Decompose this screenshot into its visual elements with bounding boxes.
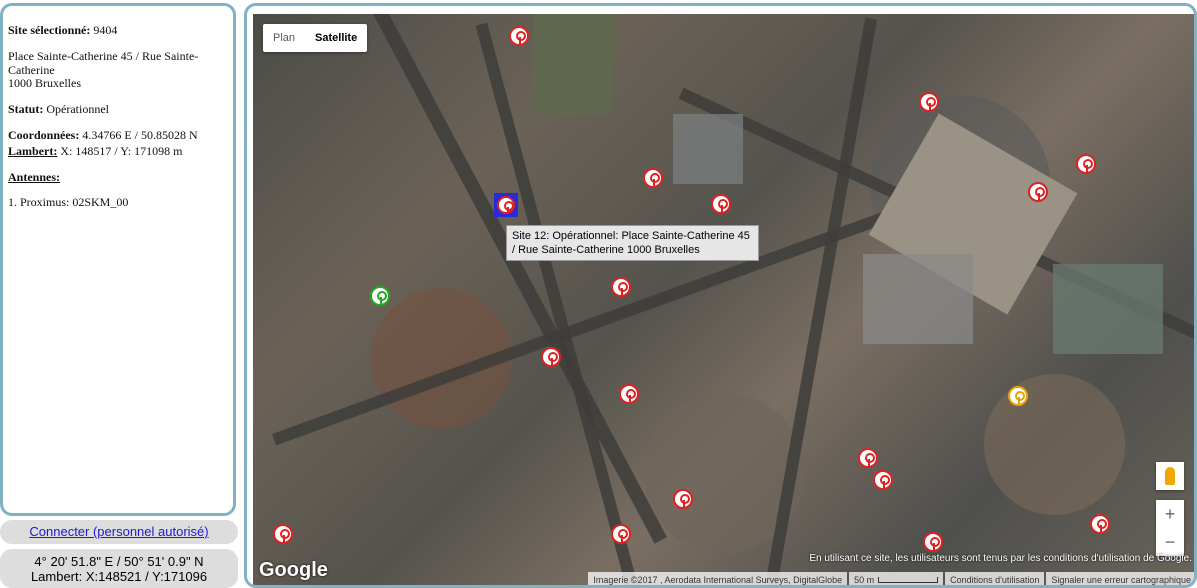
antenna-marker[interactable] <box>541 347 561 367</box>
status-label: Statut: <box>8 102 44 117</box>
imagery-credit: Imagerie ©2017 , Aerodata International … <box>588 572 848 585</box>
antennas-label: Antennes: <box>8 169 61 184</box>
building <box>673 114 743 184</box>
map-type-control: Plan Satellite <box>263 24 368 52</box>
building <box>863 254 973 344</box>
scale-label: 50 m <box>854 575 875 585</box>
park <box>533 14 613 114</box>
connect-bar: Connecter (personnel autorisé) <box>0 520 238 544</box>
terms-link[interactable]: Conditions d'utilisation <box>945 572 1045 585</box>
address-line2: 1000 Bruxelles <box>8 76 81 91</box>
antenna-marker[interactable] <box>673 489 693 509</box>
antenna-marker[interactable] <box>919 92 939 112</box>
connect-link[interactable]: Connecter (personnel autorisé) <box>29 524 208 539</box>
site-address: Place Sainte-Catherine 45 / Rue Sainte-C… <box>8 48 228 91</box>
antenna-marker[interactable] <box>611 277 631 297</box>
scale-bar[interactable]: 50 m <box>849 572 944 585</box>
cursor-coordinates: 4° 20' 51.8" E / 50° 51' 0.9" N Lambert:… <box>0 549 238 588</box>
coords-value: 4.34766 E / 50.85028 N <box>82 127 198 142</box>
zoom-in-button[interactable]: + <box>1156 500 1184 528</box>
status-value: Opérationnel <box>46 102 109 117</box>
site-tooltip: Site 12: Opérationnel: Place Sainte-Cath… <box>506 225 759 261</box>
antenna-marker[interactable] <box>611 524 631 544</box>
cursor-coords-line2: Lambert: X:148521 / Y:171096 <box>30 569 208 584</box>
map-type-plan[interactable]: Plan <box>263 24 305 52</box>
map-frame: Plan Satellite Site 12: Opérationnel: Pl… <box>244 3 1197 588</box>
antenna-marker[interactable] <box>873 470 893 490</box>
antenna-marker[interactable] <box>1076 154 1096 174</box>
site-info-panel: Site sélectionné: 9404 Place Sainte-Cath… <box>0 3 236 516</box>
coords-label: Coordonnées: <box>8 127 80 142</box>
antenna-item: 1. Proximus: 02SKM_00 <box>8 195 129 210</box>
antenna-marker[interactable] <box>643 168 663 188</box>
selected-site-marker[interactable] <box>494 193 518 217</box>
site-value: 9404 <box>93 23 118 37</box>
site-label: Site sélectionné: <box>8 23 91 37</box>
map-type-satellite[interactable]: Satellite <box>305 24 367 52</box>
terms-notice: En utilisant ce site, les utilisateurs s… <box>809 553 1192 564</box>
antenna-marker[interactable] <box>1028 182 1048 202</box>
antenna-marker[interactable] <box>1090 514 1110 534</box>
antenna-marker-selected[interactable] <box>497 196 515 214</box>
zoom-out-button[interactable]: − <box>1156 528 1184 556</box>
antenna-marker[interactable] <box>923 532 943 552</box>
antenna-marker-yellow[interactable] <box>1008 386 1028 406</box>
cursor-coords-line1: 4° 20' 51.8" E / 50° 51' 0.9" N <box>34 554 204 569</box>
antenna-marker[interactable] <box>711 194 731 214</box>
lambert-value: X: 148517 / Y: 171098 m <box>60 143 183 158</box>
antenna-marker[interactable] <box>858 448 878 468</box>
satellite-map[interactable]: Plan Satellite Site 12: Opérationnel: Pl… <box>253 14 1194 585</box>
google-logo[interactable]: Google <box>259 559 328 582</box>
antenna-marker[interactable] <box>509 26 529 46</box>
zoom-control: + − <box>1156 500 1184 556</box>
street-view-pegman-icon[interactable] <box>1156 462 1184 490</box>
antenna-marker[interactable] <box>273 524 293 544</box>
building <box>1053 264 1163 354</box>
street <box>760 17 878 585</box>
antenna-marker-green[interactable] <box>370 286 390 306</box>
lambert-label: Lambert: <box>8 143 58 158</box>
report-error-link[interactable]: Signaler une erreur cartographique <box>1046 572 1194 585</box>
antenna-marker[interactable] <box>619 384 639 404</box>
map-footer: Imagerie ©2017 , Aerodata International … <box>586 572 1194 585</box>
address-line1: Place Sainte-Catherine 45 / Rue Sainte-C… <box>8 48 199 77</box>
